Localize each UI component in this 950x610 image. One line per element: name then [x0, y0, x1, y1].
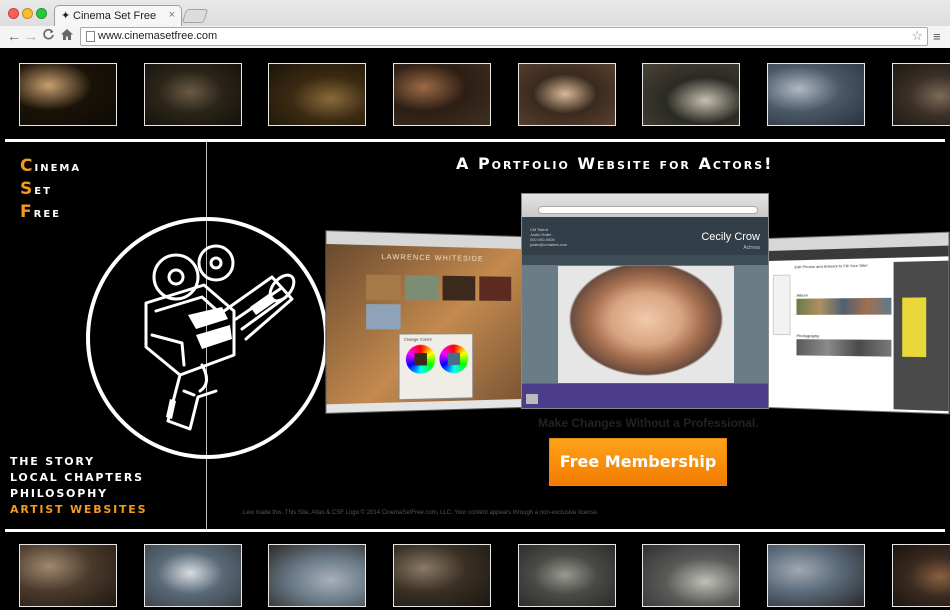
headshot-photo — [558, 266, 734, 384]
footer-credits: Lew made this. This Site, Atlas & CSF Lo… — [243, 510, 599, 516]
webpage: Cinema Set Free THE STORY LOCAL CHAPTERS… — [0, 48, 950, 607]
browser-menu-icon[interactable]: ≡ — [933, 29, 941, 44]
divider-bottom — [5, 529, 945, 532]
browser-tab[interactable]: ✦ Cinema Set Free × — [54, 5, 182, 26]
reload-icon[interactable] — [42, 28, 55, 44]
top-film-still-thumbnail[interactable] — [642, 63, 740, 126]
top-film-still-thumbnail[interactable] — [19, 63, 117, 126]
top-film-still-thumbnail[interactable] — [767, 63, 865, 126]
film-camera-logo-icon — [86, 217, 328, 459]
divider-top — [5, 139, 945, 142]
back-arrow-icon[interactable]: ← — [7, 28, 21, 44]
right-screen-section-photography: Photography — [796, 333, 820, 339]
top-film-still-thumbnail[interactable] — [393, 63, 491, 126]
home-icon[interactable] — [60, 28, 74, 44]
screen-tabs — [522, 255, 768, 265]
bottom-film-still-thumbnail[interactable] — [642, 544, 740, 607]
screenshot-portfolio-left: LAWRENCE WHITESIDE Change Colors — [325, 230, 522, 414]
forward-arrow-icon[interactable]: → — [24, 28, 38, 44]
close-window-button[interactable] — [8, 8, 19, 19]
bottom-film-still-thumbnail[interactable] — [518, 544, 616, 607]
bottom-thumbnail-strip — [0, 544, 950, 610]
bottom-film-still-thumbnail[interactable] — [268, 544, 366, 607]
bottom-film-still-thumbnail[interactable] — [19, 544, 117, 607]
page-icon — [86, 31, 95, 42]
right-screen-section-album: Album — [796, 292, 808, 298]
brand-word-cinema: Cinema — [20, 156, 82, 176]
new-tab-button[interactable] — [181, 9, 209, 23]
nav-local-chapters[interactable]: Local Chapters — [10, 470, 147, 486]
bottom-film-still-thumbnail[interactable] — [393, 544, 491, 607]
tagline: Make Changes Without a Professional. — [538, 416, 759, 430]
top-film-still-thumbnail[interactable] — [892, 63, 950, 126]
brand-word-set: Set — [20, 179, 52, 199]
right-screen-heading: Edit Photos and Artwork to Fill Your Sit… — [794, 262, 868, 270]
bottom-film-still-thumbnail[interactable] — [144, 544, 242, 607]
screen-actor-name: Cecily Crow — [701, 231, 760, 243]
url-text[interactable]: www.cinemasetfree.com — [98, 30, 217, 42]
bottom-film-still-thumbnail[interactable] — [892, 544, 950, 607]
screen-footer — [522, 384, 768, 408]
top-film-still-thumbnail[interactable] — [268, 63, 366, 126]
nav-the-story[interactable]: The Story — [10, 454, 147, 470]
nav-artist-websites[interactable]: Artist Websites — [10, 502, 147, 518]
screen-agency-text: CM Talent Justin Hafer 000 000-0000 just… — [530, 227, 568, 247]
left-screen-panel-title: Change Colors — [403, 336, 432, 342]
screen-header-band: CM Talent Justin Hafer 000 000-0000 just… — [522, 217, 768, 255]
address-bar[interactable]: www.cinemasetfree.com ☆ — [80, 27, 928, 46]
free-membership-button[interactable]: Free Membership — [549, 438, 727, 486]
side-nav: The Story Local Chapters Philosophy Arti… — [10, 454, 147, 518]
screenshot-editor-right: Edit Photos and Artwork to Fill Your Sit… — [768, 231, 950, 415]
zoom-window-button[interactable] — [36, 8, 47, 19]
close-tab-icon[interactable]: × — [169, 9, 175, 21]
top-thumbnail-strip — [0, 63, 950, 129]
tab-title: Cinema Set Free — [73, 10, 157, 22]
brand-word-free: Free — [20, 202, 61, 222]
top-film-still-thumbnail[interactable] — [518, 63, 616, 126]
nav-philosophy[interactable]: Philosophy — [10, 486, 147, 502]
camera-favicon-icon: ✦ — [61, 10, 71, 22]
browser-toolbar: ← → www.cinemasetfree.com ☆ ≡ — [0, 26, 950, 48]
screen-browser-bar — [522, 194, 768, 217]
browser-chrome: ✦ Cinema Set Free × ← → www.cinemasetfre… — [0, 0, 950, 48]
screen-actor-role: Actress — [743, 245, 760, 251]
page-headline: A Portfolio Website for Actors! — [456, 154, 774, 173]
top-film-still-thumbnail[interactable] — [144, 63, 242, 126]
bottom-film-still-thumbnail[interactable] — [767, 544, 865, 607]
screenshot-portfolio-center: CM Talent Justin Hafer 000 000-0000 just… — [521, 193, 769, 409]
bookmark-star-icon[interactable]: ☆ — [911, 28, 923, 44]
minimize-window-button[interactable] — [22, 8, 33, 19]
